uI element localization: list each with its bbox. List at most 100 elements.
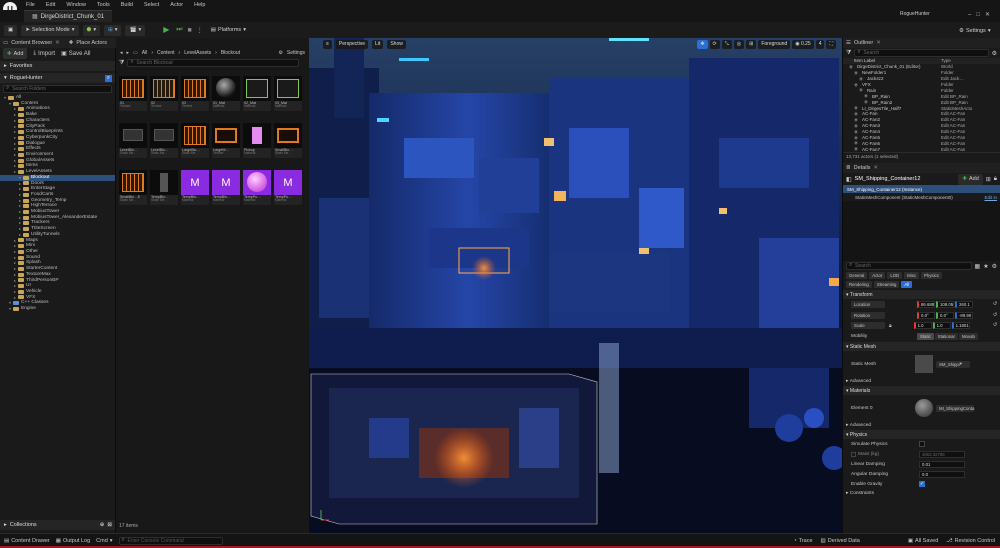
material-thumbnail[interactable] [915,399,933,418]
level-tab[interactable]: ▦ DirgeDistrict_Chunk_01 [24,10,113,22]
rotation-label[interactable]: Rotation [851,311,885,319]
lit-button[interactable]: Lit [372,39,384,49]
details-filter-actor[interactable]: Actor [869,272,886,280]
details-search-input[interactable]: Search [846,262,972,271]
component-row[interactable]: StaticMeshComponent (StaticMeshComponent… [843,193,1000,201]
asset-search-input[interactable]: Search Blockout [127,59,300,67]
asset-tile[interactable]: LargeW… Texture [212,123,240,158]
simulate-physics-checkbox[interactable] [919,441,925,448]
close-icon[interactable]: ✕ [876,40,881,46]
lock-icon[interactable]: 🔒︎ [994,176,997,183]
rotation-z[interactable]: -89.99 [955,311,973,319]
details-filter-all[interactable]: All [901,281,913,289]
menu-item[interactable]: Build [121,2,133,8]
cinematics-button[interactable]: 🎬︎ ▾ [125,24,146,36]
filter-icon[interactable]: ⧩ [119,60,124,67]
gear-icon[interactable]: ⚙ [278,50,282,56]
asset-tile[interactable]: 03 Texture [181,76,209,111]
materials-section[interactable]: ▾ Materials [843,386,1000,396]
history-back-icon[interactable]: ◂ [120,50,123,56]
menu-item[interactable]: Select [144,2,159,8]
scale-label[interactable]: Scale [851,322,885,329]
project-header[interactable]: ▾ RogueHunter ⌕ [0,73,115,83]
asset-tile[interactable]: SmallBlo… Static Me… [274,123,302,158]
linear-damping-value[interactable]: 0.01 [919,460,965,468]
selection-mode-button[interactable]: ➤ Selection Mode ▾ [21,24,79,36]
outliner-item-type[interactable]: Edit AC-Fan [941,129,965,134]
mobility-stationary[interactable]: Stationar [934,332,958,340]
scale-y[interactable]: 1.0 [932,322,951,329]
outliner-tab[interactable]: ☰ Outliner ✕ [843,38,1000,48]
asset-tile[interactable]: LargeBlo… Static Me… [181,123,209,158]
asset-tile[interactable]: M TempPu… Material [274,170,302,205]
more-icon[interactable]: ⋮ [197,27,203,34]
mass-value[interactable]: 4863.32788 [919,450,965,458]
collections-header[interactable]: ▸ Collections ⊕ ⊠ [0,520,115,530]
asset-tile[interactable]: TempBlo… Static Me… [150,170,178,205]
static-mesh-thumbnail[interactable] [915,355,933,374]
foreground-button[interactable]: Foreground [758,39,791,49]
add-button[interactable]: ✚ Add [3,48,28,59]
details-filter-streaming[interactable]: Streaming [873,281,900,289]
breadcrumb-item[interactable]: Blockout [221,50,240,56]
scale-z[interactable]: 1.1801 [951,322,970,329]
advanced-row[interactable]: ▸ Advanced [843,421,1000,429]
skip-icon[interactable]: ⏭ [176,26,182,34]
editor-settings-button[interactable]: ⚙ Settings ▾ [955,25,995,36]
viewport-options-button[interactable]: ≡ [323,39,332,49]
object-name[interactable]: SM_Shipping_Container12 [855,176,956,182]
asset-tile[interactable]: 02 Texture [150,76,178,111]
details-filter-lod[interactable]: LOD [887,272,903,280]
filter-icon[interactable]: ⧩ [846,50,851,57]
collection-options-icon[interactable]: ⊠ [107,522,112,528]
mobility-movable[interactable]: Movab [958,332,978,340]
asset-tile[interactable]: TempPu… Material [243,170,271,205]
asset-tile[interactable]: 01 Texture [119,76,147,111]
asset-tile[interactable]: 01_Mat Material [212,76,240,111]
advanced-row[interactable]: ▸ Advanced [843,377,1000,385]
mass-checkbox[interactable] [851,451,856,457]
menu-item[interactable]: Window [66,2,86,8]
location-y[interactable]: 108.05 [936,301,954,308]
camera-speed-button[interactable]: ◉ 0.25 [792,39,814,49]
close-icon[interactable]: ✕ [985,11,990,18]
show-button[interactable]: Show [387,39,406,49]
outliner-item-type[interactable]: Edit AC-Fan [941,147,965,152]
save-level-button[interactable]: ▣ [4,24,18,36]
rotate-icon[interactable]: ⟳ [709,39,720,49]
play-icon[interactable]: ▶ [163,26,171,34]
mobility-static[interactable]: Static [917,332,934,340]
chevron-right-icon[interactable]: ▾ [4,95,6,101]
static-mesh-dropdown[interactable]: SM_Shippi ▾ [936,360,970,368]
breadcrumb-item[interactable]: Content [157,50,175,56]
stop-icon[interactable]: ■ [188,27,192,34]
breadcrumb-item[interactable]: LevelAssets [184,50,211,56]
reset-icon[interactable]: ↺ [993,302,997,307]
maximize-viewport-icon[interactable]: ⛶ [826,39,836,49]
details-filter-physics[interactable]: Physics [921,272,942,280]
tab-place-actors[interactable]: Place Actors [76,40,107,46]
output-log-button[interactable]: ▦ Output Log [56,538,90,544]
menu-item[interactable]: Actor [170,2,183,8]
add-collection-icon[interactable]: ⊕ [100,522,105,528]
static-mesh-section[interactable]: ▾ Static Mesh [843,342,1000,352]
details-tab[interactable]: ≣ Details ✕ [843,163,1000,174]
console-input[interactable]: Enter Console Command [118,537,223,545]
constraints-row[interactable]: ▸ Constraints [843,489,1000,498]
add-component-button[interactable]: ✚ Add [958,173,983,185]
menu-item[interactable]: File [26,2,35,8]
component-edit-link[interactable]: Edit in [984,195,997,200]
outliner-item-type[interactable]: Edit AC-Fan [941,123,965,128]
tab-content-browser[interactable]: Content Browser [11,40,52,46]
reset-icon[interactable]: ↺ [993,323,997,328]
location-label[interactable]: Location [851,301,885,308]
asset-tile[interactable]: 03_Mat Material [274,76,302,111]
asset-tile[interactable]: LevelBlo… Static Me… [150,123,178,158]
chevron-right-icon[interactable]: ▸ [14,295,16,301]
rotation-x[interactable]: 0.0° [917,311,935,319]
content-drawer-button[interactable]: ▤ Content Drawer [4,538,50,544]
outliner-item-type[interactable]: Edit AC-Fan [941,141,965,146]
outliner-item-type[interactable]: Edit AC-Fan [941,117,965,122]
trace-button[interactable]: ◔ Trace [793,538,812,544]
enable-gravity-checkbox[interactable]: ✓ [919,481,925,488]
